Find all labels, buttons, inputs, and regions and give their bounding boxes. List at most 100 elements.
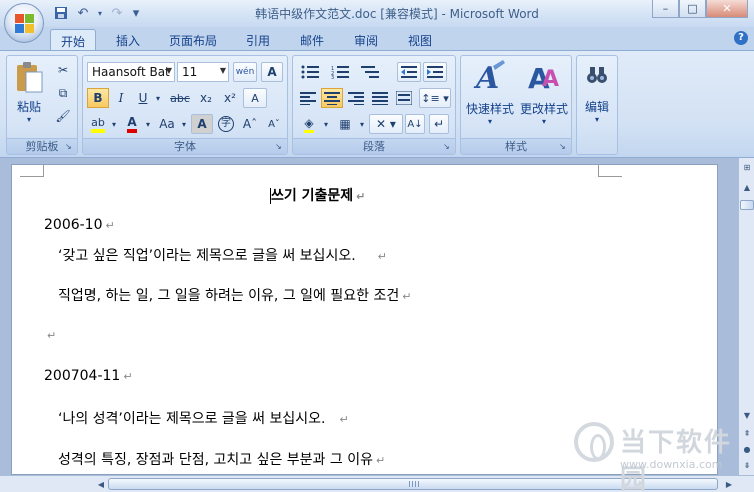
document-heading[interactable]: 쓰기 기출문제 ↵ xyxy=(270,185,365,205)
bullets-icon xyxy=(301,65,319,79)
document-line[interactable]: 200704-11 ↵ xyxy=(44,368,133,384)
distributed-button[interactable] xyxy=(393,88,415,108)
font-name-dropdown-icon[interactable]: ▼ xyxy=(166,66,172,75)
sort-button[interactable]: A↓ xyxy=(405,114,425,134)
change-styles-button[interactable]: A A 更改样式 ▾ xyxy=(517,60,571,132)
binoculars-icon xyxy=(587,67,607,83)
clear-formatting-button[interactable]: A xyxy=(243,88,267,108)
scroll-up-icon[interactable]: ▲ xyxy=(740,180,754,194)
quick-styles-icon: A xyxy=(473,60,505,94)
line-text: 2006-10 xyxy=(44,217,103,233)
underline-dropdown-icon[interactable]: ▾ xyxy=(153,88,163,108)
multilevel-list-button[interactable] xyxy=(357,62,383,82)
document-line[interactable]: 2006-10 ↵ xyxy=(44,217,115,233)
clipboard-launcher-icon[interactable]: ↘ xyxy=(65,142,75,152)
line-spacing-button[interactable]: ↕≡ ▾ xyxy=(419,88,451,108)
font-group: Haansoft Bat ▼ 11 ▼ wén A B I U ▾ abc x₂… xyxy=(82,55,288,155)
vertical-scroll-thumb[interactable] xyxy=(740,200,754,210)
paragraph-mark: ↵ xyxy=(377,250,387,263)
scroll-left-icon[interactable]: ◀ xyxy=(94,477,108,491)
paragraph-launcher-icon[interactable]: ↘ xyxy=(443,142,453,152)
styles-launcher-icon[interactable]: ↘ xyxy=(559,142,569,152)
bullets-button[interactable] xyxy=(297,62,323,82)
editing-group: 编辑 ▾ xyxy=(576,55,618,155)
font-name-value: Haansoft Bat xyxy=(92,65,170,79)
justify-icon xyxy=(372,92,388,105)
office-button[interactable] xyxy=(4,3,44,43)
tab-view[interactable]: 视图 xyxy=(398,29,442,51)
quick-styles-button[interactable]: A 快速样式 ▾ xyxy=(463,60,517,132)
highlight-button[interactable]: ab xyxy=(87,114,109,134)
decrease-indent-button[interactable] xyxy=(397,62,421,82)
font-size-combo[interactable]: 11 ▼ xyxy=(177,62,229,82)
superscript-button[interactable]: x² xyxy=(219,88,241,108)
borders-button[interactable]: ▦ xyxy=(333,114,357,134)
highlight-dropdown-icon[interactable]: ▾ xyxy=(109,114,119,134)
tab-home[interactable]: 开始 xyxy=(50,29,96,52)
align-right-icon xyxy=(348,92,364,105)
align-center-button[interactable] xyxy=(321,88,343,108)
show-marks-button[interactable]: ↵ xyxy=(429,114,449,134)
underline-button[interactable]: U xyxy=(133,88,153,108)
font-color-dropdown-icon[interactable]: ▾ xyxy=(143,114,153,134)
document-line[interactable]: 성격의 특징, 장점과 단점, 고치고 싶은 부분과 그 이유 ↵ xyxy=(58,449,385,469)
change-styles-label: 更改样式 xyxy=(519,102,568,116)
borders-dropdown-icon[interactable]: ▾ xyxy=(357,114,367,134)
numbering-button[interactable]: 123 xyxy=(327,62,353,82)
tab-page-layout[interactable]: 页面布局 xyxy=(160,29,226,51)
borders-icon: ▦ xyxy=(339,117,351,131)
italic-button[interactable]: I xyxy=(111,88,131,108)
maximize-button[interactable]: □ xyxy=(679,0,706,18)
increase-indent-button[interactable] xyxy=(423,62,447,82)
ribbon: 粘贴 ▾ ✂ ⧉ 🖌 剪贴板 ↘ Haansoft Bat ▼ 11 ▼ wén… xyxy=(0,50,754,158)
minimize-button[interactable]: – xyxy=(652,0,679,18)
tab-review[interactable]: 审阅 xyxy=(344,29,388,51)
bold-button[interactable]: B xyxy=(87,88,109,108)
font-color-button[interactable]: A xyxy=(121,114,143,134)
font-launcher-icon[interactable]: ↘ xyxy=(275,142,285,152)
shading-dropdown-icon[interactable]: ▾ xyxy=(321,114,331,134)
tab-mailings[interactable]: 邮件 xyxy=(290,29,334,51)
shrink-font-button[interactable]: Aˇ xyxy=(263,114,285,134)
align-right-button[interactable] xyxy=(345,88,367,108)
crop-mark-top-left xyxy=(20,165,44,177)
close-button[interactable]: ✕ xyxy=(706,0,748,18)
tab-references[interactable]: 引用 xyxy=(236,29,280,51)
subscript-button[interactable]: x₂ xyxy=(195,88,217,108)
document-line[interactable]: 직업명, 하는 일, 그 일을 하려는 이유, 그 일에 필요한 조건 ↵ xyxy=(58,285,411,305)
phonetic-guide-button[interactable]: wén xyxy=(233,62,257,82)
line-text: ‘나의 성격’이라는 제목으로 글을 써 보십시오. xyxy=(58,411,326,427)
strikethrough-button[interactable]: abc xyxy=(167,88,193,108)
document-line[interactable]: ‘갖고 싶은 직업’이라는 제목으로 글을 써 보십시오. ↵ xyxy=(58,245,387,265)
cut-icon[interactable]: ✂ xyxy=(53,60,73,80)
paragraph-group-label: 段落 xyxy=(293,138,455,154)
paste-button[interactable]: 粘贴 ▾ xyxy=(11,60,47,130)
ruler-toggle-icon[interactable]: ⊞ xyxy=(740,160,754,174)
window-controls: – □ ✕ xyxy=(652,0,748,18)
paragraph-mark: ↵ xyxy=(402,290,412,303)
grow-font-button[interactable]: Aˆ xyxy=(239,114,261,134)
format-painter-icon[interactable]: 🖌 xyxy=(53,106,73,126)
asian-layout-button[interactable]: ✕ ▾ xyxy=(369,114,403,134)
paste-icon xyxy=(17,62,43,93)
editing-button[interactable]: 编辑 ▾ xyxy=(579,60,615,132)
shading-button[interactable]: ◈ xyxy=(297,114,321,134)
document-line[interactable]: ↵ xyxy=(44,327,56,343)
copy-icon[interactable]: ⧉ xyxy=(53,83,73,103)
change-case-dropdown-icon[interactable]: ▾ xyxy=(179,114,189,134)
paragraph-mark: ↵ xyxy=(339,413,349,426)
char-shading-button[interactable]: A xyxy=(191,114,213,134)
document-line[interactable]: ‘나의 성격’이라는 제목으로 글을 써 보십시오. ↵ xyxy=(58,408,349,428)
paste-dropdown-icon: ▾ xyxy=(26,115,31,124)
enclose-char-button[interactable]: 字 xyxy=(215,114,237,134)
enclose-char-icon: 字 xyxy=(218,116,234,132)
change-styles-dropdown-icon: ▾ xyxy=(541,117,546,126)
font-name-combo[interactable]: Haansoft Bat ▼ xyxy=(87,62,175,82)
help-icon[interactable]: ? xyxy=(734,31,748,45)
char-border-button[interactable]: A xyxy=(261,62,283,82)
font-size-dropdown-icon[interactable]: ▼ xyxy=(220,66,226,75)
tab-insert[interactable]: 插入 xyxy=(106,29,150,51)
justify-button[interactable] xyxy=(369,88,391,108)
change-case-button[interactable]: Aa xyxy=(155,114,179,134)
align-left-button[interactable] xyxy=(297,88,319,108)
